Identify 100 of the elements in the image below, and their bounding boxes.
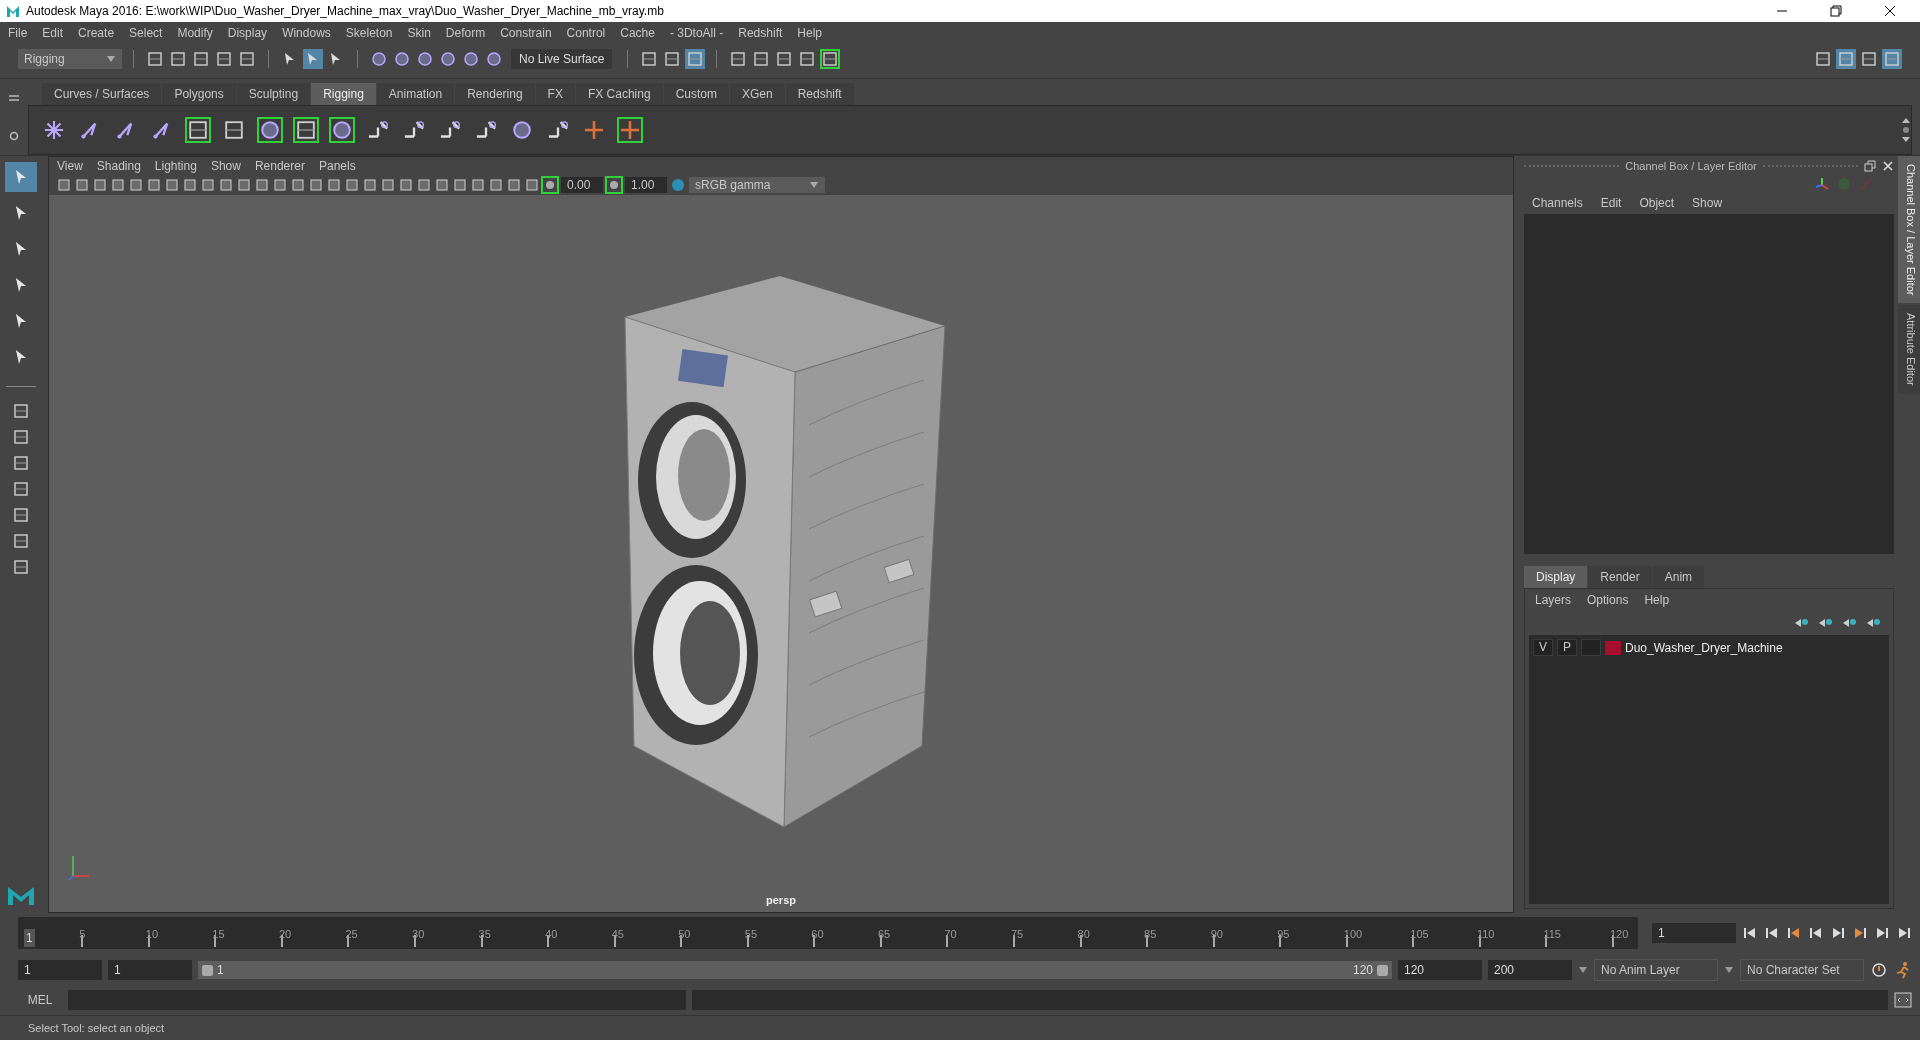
- menu-item[interactable]: Edit: [42, 26, 64, 40]
- playback-toggle[interactable]: P: [1557, 639, 1577, 656]
- restore-icon[interactable]: [1830, 5, 1842, 17]
- gamma-field[interactable]: 1.00: [625, 177, 667, 193]
- panel-menu-item[interactable]: View: [57, 159, 83, 173]
- script-editor-icon[interactable]: [1894, 991, 1912, 1009]
- panel-menu-item[interactable]: Show: [210, 159, 241, 173]
- visibility-toggle[interactable]: V: [1533, 639, 1553, 656]
- command-language-label[interactable]: MEL: [18, 993, 62, 1007]
- side-tab[interactable]: Attribute Editor: [1898, 305, 1920, 395]
- time-slider[interactable]: 1 5 10 15 20 25 30 35 40 45 50 55 60 65 70 75 80 85 90 95 100 105 110 115 120: [18, 917, 1638, 949]
- key-forward-icon[interactable]: [1852, 926, 1868, 940]
- display-type-toggle[interactable]: [1581, 639, 1601, 656]
- start-frame-field[interactable]: 1: [18, 960, 102, 980]
- shelf-tab[interactable]: Custom: [663, 83, 729, 105]
- command-input-field[interactable]: [68, 990, 686, 1010]
- move-layer-up-icon[interactable]: [1793, 617, 1809, 629]
- move-layer-down-icon[interactable]: [1817, 617, 1833, 629]
- shelf-tab[interactable]: XGen: [729, 83, 785, 105]
- menu-item[interactable]: Windows: [282, 26, 331, 40]
- menu-item[interactable]: Select: [129, 26, 163, 40]
- cross-icon[interactable]: [617, 117, 643, 143]
- layer-menu-item[interactable]: Help: [1644, 593, 1670, 607]
- panel-menu-item[interactable]: Lighting: [154, 159, 197, 173]
- menu-item[interactable]: Redshift: [738, 26, 783, 40]
- shelf-scroll-icon[interactable]: [1901, 116, 1911, 144]
- panel-menu-item[interactable]: Panels: [318, 159, 356, 173]
- panel-menu-item[interactable]: Renderer: [254, 159, 305, 173]
- shelf-tab[interactable]: Polygons: [162, 83, 236, 105]
- step-forward-icon[interactable]: [1874, 926, 1890, 940]
- new-layer-icon[interactable]: [1841, 617, 1857, 629]
- dropdown-arrow-icon[interactable]: [1578, 966, 1588, 974]
- play-back-icon[interactable]: [1808, 926, 1824, 940]
- exposure-icon[interactable]: [543, 178, 557, 192]
- new-layer-selected-icon[interactable]: [1865, 617, 1881, 629]
- menu-item[interactable]: File: [8, 26, 28, 40]
- mode-dropdown[interactable]: Rigging: [18, 49, 122, 69]
- layer-menu-item[interactable]: Layers: [1535, 593, 1572, 607]
- side-tab[interactable]: Channel Box / Layer Editor: [1898, 156, 1920, 304]
- step-back-icon[interactable]: [1764, 926, 1780, 940]
- layer-editor-tab[interactable]: Display: [1524, 566, 1588, 588]
- slider-handle[interactable]: [1377, 964, 1388, 976]
- channel-box-menu-item[interactable]: Object: [1639, 196, 1675, 210]
- menu-item[interactable]: Display: [227, 26, 268, 40]
- menu-item[interactable]: Deform: [445, 26, 486, 40]
- shelf-tab[interactable]: Rendering: [455, 83, 535, 105]
- float-icon[interactable]: [1864, 160, 1876, 172]
- refresh-icon[interactable]: [1870, 961, 1888, 979]
- frame-number: 40: [545, 928, 558, 940]
- dropdown-arrow-icon[interactable]: [809, 181, 819, 189]
- channel-box-menu-item[interactable]: Edit: [1600, 196, 1622, 210]
- range-slider[interactable]: 1 120: [198, 961, 1392, 979]
- panel-menu-item[interactable]: Shading: [96, 159, 141, 173]
- slider-handle[interactable]: [202, 964, 213, 976]
- menu-item[interactable]: Skin: [407, 26, 431, 40]
- menu-item[interactable]: - 3DtoAll -: [669, 26, 724, 40]
- frame-number: 120: [1610, 928, 1629, 940]
- exposure-field[interactable]: 0.00: [561, 177, 603, 193]
- menu-icon[interactable]: [8, 92, 20, 103]
- menu-item[interactable]: Control: [566, 26, 606, 40]
- channel-box-menu-item[interactable]: Show: [1692, 196, 1723, 210]
- dropdown-arrow-icon[interactable]: [1724, 966, 1734, 974]
- character-set-dropdown[interactable]: No Character Set: [1740, 959, 1864, 981]
- end-frame-field[interactable]: 200: [1488, 960, 1572, 980]
- playback-start-field[interactable]: 1: [108, 960, 192, 980]
- shelf-tab[interactable]: Curves / Surfaces: [42, 83, 162, 105]
- anim-layer-dropdown[interactable]: No Anim Layer: [1594, 959, 1718, 981]
- layer-editor-tab[interactable]: Render: [1588, 566, 1652, 588]
- skip-end-icon[interactable]: [1896, 926, 1912, 940]
- axis-icon[interactable]: [1814, 176, 1830, 192]
- shelf-tab[interactable]: Rigging: [311, 83, 376, 105]
- playback-end-field[interactable]: 120: [1398, 960, 1482, 980]
- key-back-icon[interactable]: [1786, 926, 1802, 940]
- layer-menu-item[interactable]: Options: [1587, 593, 1629, 607]
- color-space-dropdown[interactable]: sRGB gamma: [689, 177, 825, 193]
- menu-item[interactable]: Modify: [177, 26, 213, 40]
- layer-name[interactable]: Duo_Washer_Dryer_Machine: [1625, 640, 1783, 655]
- menu-item[interactable]: Create: [78, 26, 115, 40]
- gamma-icon[interactable]: [607, 178, 621, 192]
- skip-start-icon[interactable]: [1742, 926, 1758, 940]
- shelf-tab[interactable]: Redshift: [785, 83, 854, 105]
- shelf-tab[interactable]: FX Caching: [575, 83, 663, 105]
- shelf-tab[interactable]: FX: [535, 83, 575, 105]
- menu-item[interactable]: Skeleton: [345, 26, 393, 40]
- dropdown-arrow-icon[interactable]: [106, 55, 116, 63]
- menu-item[interactable]: Cache: [620, 26, 655, 40]
- current-frame-marker[interactable]: 1: [24, 929, 35, 947]
- current-frame-field[interactable]: 1: [1652, 923, 1736, 943]
- layer-editor-tab[interactable]: Anim: [1652, 566, 1705, 588]
- shelf-tab[interactable]: Animation: [376, 83, 455, 105]
- color-management-icon[interactable]: [671, 178, 685, 192]
- menu-item[interactable]: Constrain: [500, 26, 552, 40]
- play-icon[interactable]: [1830, 926, 1846, 940]
- close-icon[interactable]: [1884, 5, 1896, 17]
- menu-item[interactable]: Help: [797, 26, 822, 40]
- channel-box-menu-item[interactable]: Channels: [1532, 196, 1583, 210]
- live-surface-field[interactable]: No Live Surface: [511, 49, 613, 69]
- layer-color-swatch[interactable]: [1605, 640, 1621, 655]
- settings-icon[interactable]: [8, 129, 20, 142]
- shelf-tab[interactable]: Sculpting: [236, 83, 311, 105]
